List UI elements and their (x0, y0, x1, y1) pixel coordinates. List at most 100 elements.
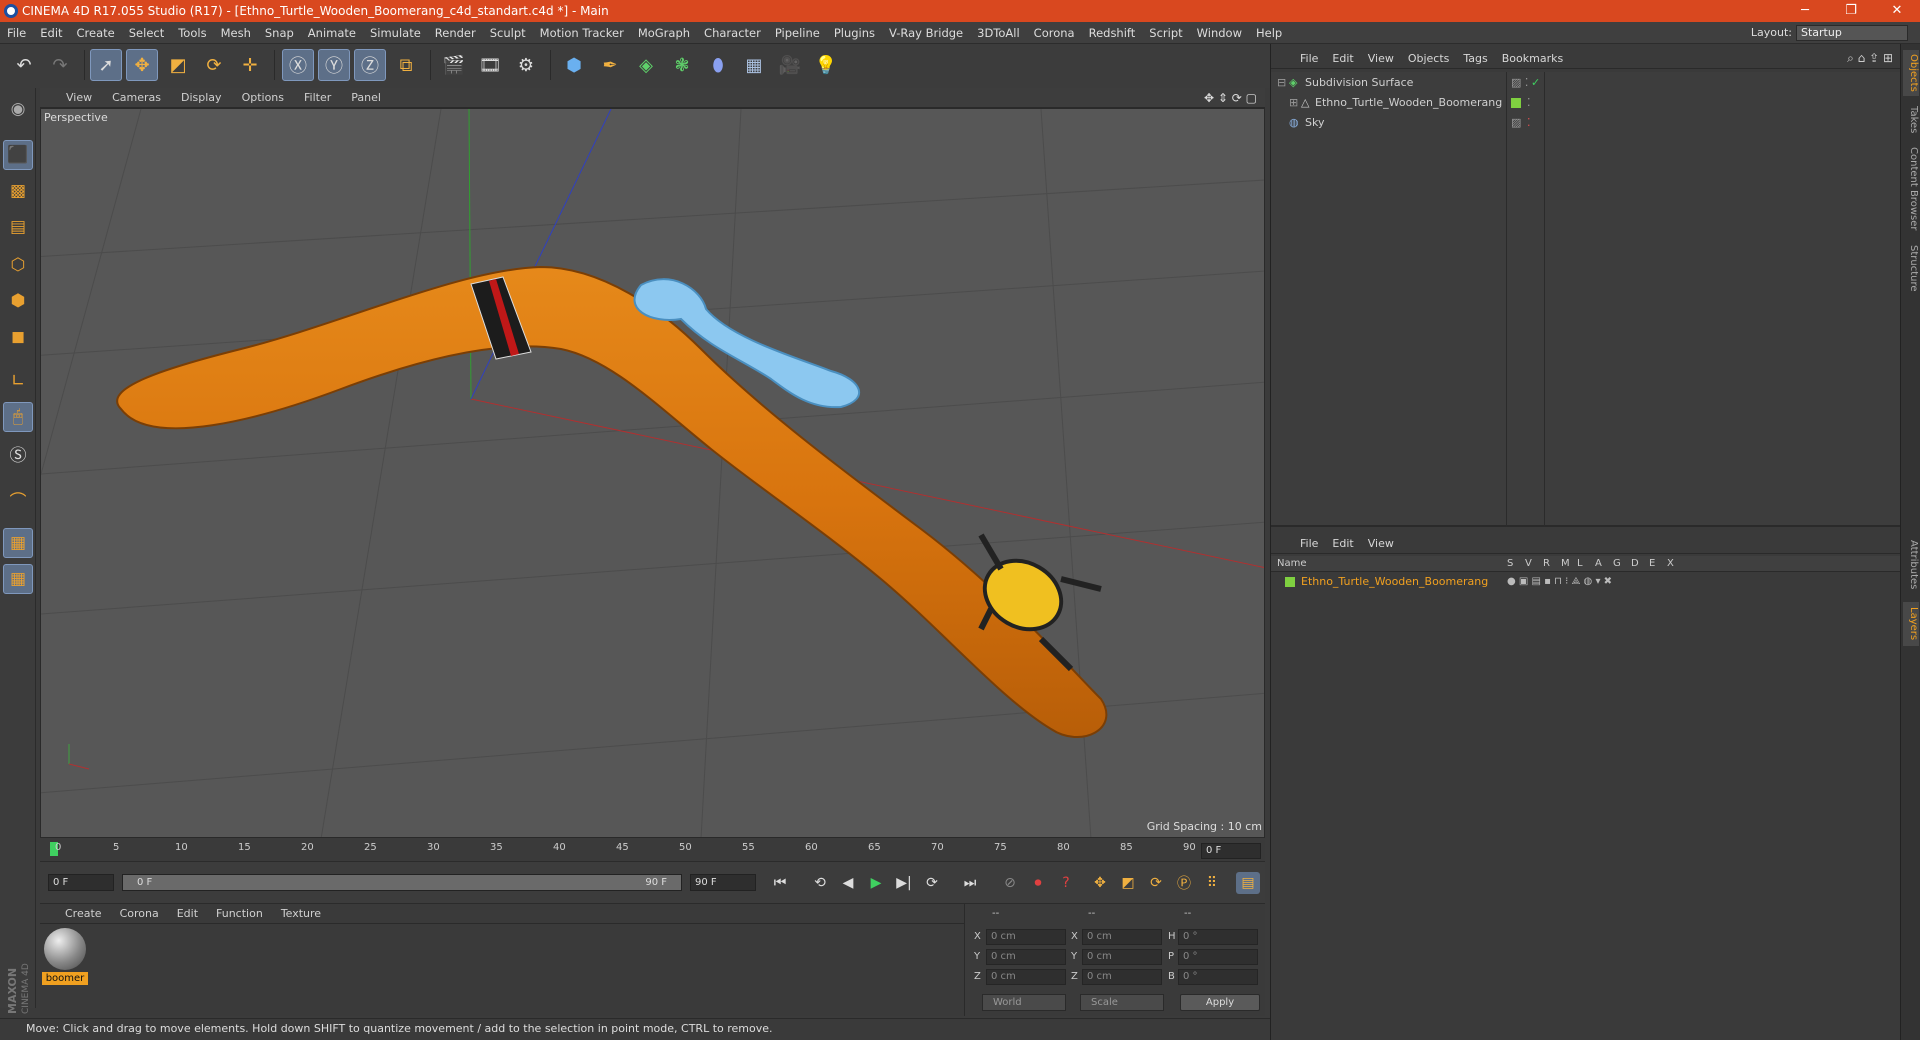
render-settings-icon[interactable]: ⚙ (510, 49, 542, 81)
render-view-icon[interactable]: 🎬 (438, 49, 470, 81)
rotate-tool-icon[interactable]: ⟳ (198, 49, 230, 81)
position-y-field[interactable]: 0 cm (986, 949, 1066, 965)
side-tab-content-browser[interactable]: Content Browser (1903, 144, 1919, 234)
menu-help[interactable]: Help (1249, 26, 1289, 40)
current-frame-field[interactable]: 0 F (1201, 843, 1261, 859)
menu-sculpt[interactable]: Sculpt (483, 26, 533, 40)
workplane-mode-icon[interactable]: ▤ (3, 212, 33, 242)
visibility-toggle-icon[interactable]: ▨ (1511, 114, 1521, 132)
object-row-subdivision-surface[interactable]: ⊟ ◈ Subdivision Surface ▨ ⁚ ✓ (1271, 74, 1901, 92)
viewport-menu-filter[interactable]: Filter (294, 91, 341, 104)
viewport-menu-options[interactable]: Options (232, 91, 294, 104)
position-z-field[interactable]: 0 cm (986, 969, 1066, 985)
previous-frame-icon[interactable]: ◀ (836, 872, 860, 894)
record-keyframe-icon[interactable]: ⏺ (1026, 872, 1050, 894)
menu-edit[interactable]: Edit (33, 26, 69, 40)
menu-plugins[interactable]: Plugins (827, 26, 882, 40)
snap-icon[interactable]: Ⓢ (3, 438, 33, 468)
layer-col-a[interactable]: A (1595, 556, 1602, 572)
menu-window[interactable]: Window (1190, 26, 1249, 40)
go-to-end-icon[interactable]: ⏭ (958, 872, 982, 894)
menu-mograph[interactable]: MoGraph (631, 26, 697, 40)
perspective-viewport[interactable] (40, 108, 1265, 838)
viewport-menu-display[interactable]: Display (171, 91, 232, 104)
material-menu-texture[interactable]: Texture (272, 907, 330, 920)
play-forward-icon[interactable]: ▶ (864, 872, 888, 894)
light-icon[interactable]: 💡 (810, 49, 842, 81)
key-pla-icon[interactable]: ⠿ (1200, 872, 1224, 894)
menu-create[interactable]: Create (70, 26, 122, 40)
close-button[interactable]: ✕ (1874, 0, 1920, 22)
obj-menu-view[interactable]: View (1361, 52, 1401, 65)
viewport-menu-panel[interactable]: Panel (341, 91, 391, 104)
layer-col-v[interactable]: V (1525, 556, 1532, 572)
obj-menu-bookmarks[interactable]: Bookmarks (1495, 52, 1570, 65)
layer-menu-file[interactable]: File (1293, 537, 1325, 550)
menu-corona[interactable]: Corona (1027, 26, 1082, 40)
layer-color-swatch[interactable] (1285, 577, 1295, 587)
size-y-field[interactable]: 0 cm (1082, 949, 1162, 965)
menu-render[interactable]: Render (428, 26, 483, 40)
size-mode-select[interactable]: Scale (1080, 994, 1164, 1011)
start-frame-field[interactable]: 0 F (48, 874, 114, 891)
next-frame-icon[interactable]: ▶| (892, 872, 916, 894)
undo-icon[interactable]: ↶ (8, 49, 40, 81)
menu-simulate[interactable]: Simulate (363, 26, 428, 40)
preview-range-slider[interactable]: 0 F 90 F (122, 874, 682, 891)
pen-spline-icon[interactable]: ✒ (594, 49, 626, 81)
layer-menu-view[interactable]: View (1361, 537, 1401, 550)
x-axis-lock-icon[interactable]: Ⓧ (282, 49, 314, 81)
menu-vray-bridge[interactable]: V-Ray Bridge (882, 26, 970, 40)
viewport-menu-cameras[interactable]: Cameras (102, 91, 171, 104)
obj-menu-edit[interactable]: Edit (1325, 52, 1360, 65)
key-scale-icon[interactable]: ◩ (1116, 872, 1140, 894)
object-row-sky[interactable]: ◍ Sky ▨ ⁚ (1271, 114, 1901, 132)
menu-mesh[interactable]: Mesh (214, 26, 258, 40)
obj-menu-objects[interactable]: Objects (1401, 52, 1457, 65)
layer-col-m[interactable]: M (1561, 556, 1570, 572)
size-z-field[interactable]: 0 cm (1082, 969, 1162, 985)
polygons-mode-icon[interactable]: ◼ (3, 322, 33, 352)
object-name[interactable]: Sky (1305, 114, 1324, 132)
edges-mode-icon[interactable]: ⬢ (3, 286, 33, 316)
subdivision-surface-icon[interactable]: ◈ (630, 49, 662, 81)
object-tree[interactable]: ⊟ ◈ Subdivision Surface ▨ ⁚ ✓ ⊞ △ Ethno_… (1271, 72, 1901, 527)
points-mode-icon[interactable]: ⬡ (3, 250, 33, 280)
layer-toggle-icons[interactable]: ● ▣ ▤ ▪ ⊓ ⁝ ⟁ ◍ ▾ ✖ (1507, 574, 1612, 590)
camera-icon[interactable]: 🎥 (774, 49, 806, 81)
layer-color-swatch[interactable] (1511, 98, 1521, 108)
motion-path-icon[interactable]: ⊘ (998, 872, 1022, 894)
material-menu-corona[interactable]: Corona (111, 907, 168, 920)
side-tab-attributes[interactable]: Attributes (1903, 534, 1919, 596)
material-menu-edit[interactable]: Edit (168, 907, 207, 920)
side-tab-objects[interactable]: Objects (1903, 50, 1919, 96)
cube-primitive-icon[interactable]: ⬢ (558, 49, 590, 81)
go-to-start-icon[interactable]: ⏮ (768, 872, 792, 894)
side-tab-structure[interactable]: Structure (1903, 240, 1919, 296)
viewport-navigation-icons[interactable]: ✥ ⇕ ⟳ ▢ (1204, 91, 1257, 105)
move-tool-icon[interactable]: ✥ (126, 49, 158, 81)
side-tab-takes[interactable]: Takes (1903, 102, 1919, 138)
menu-file[interactable]: File (0, 26, 33, 40)
last-tool-icon[interactable]: ✛ (234, 49, 266, 81)
scale-tool-icon[interactable]: ◩ (162, 49, 194, 81)
menu-character[interactable]: Character (697, 26, 768, 40)
key-position-icon[interactable]: ✥ (1088, 872, 1112, 894)
menu-script[interactable]: Script (1142, 26, 1189, 40)
maximize-button[interactable]: ❐ (1828, 0, 1874, 22)
material-menu-create[interactable]: Create (56, 907, 111, 920)
coordinate-mode-select[interactable]: World (982, 994, 1066, 1011)
enabled-check-icon[interactable]: ✓ (1531, 74, 1540, 92)
collapse-icon[interactable]: ⊟ (1277, 74, 1286, 92)
render-picture-viewer-icon[interactable]: 🎞 (474, 49, 506, 81)
workplane-grid-icon[interactable]: ▦ (3, 564, 33, 594)
object-name[interactable]: Ethno_Turtle_Wooden_Boomerang (1315, 94, 1502, 112)
layout-select[interactable]: Startup (1796, 25, 1908, 41)
layer-col-x[interactable]: X (1667, 556, 1674, 572)
obj-menu-file[interactable]: File (1293, 52, 1325, 65)
layer-col-d[interactable]: D (1631, 556, 1639, 572)
side-tab-layers[interactable]: Layers (1903, 602, 1919, 646)
apply-button[interactable]: Apply (1180, 994, 1260, 1011)
menu-redshift[interactable]: Redshift (1082, 26, 1143, 40)
make-editable-icon[interactable]: ◉ (3, 94, 33, 124)
